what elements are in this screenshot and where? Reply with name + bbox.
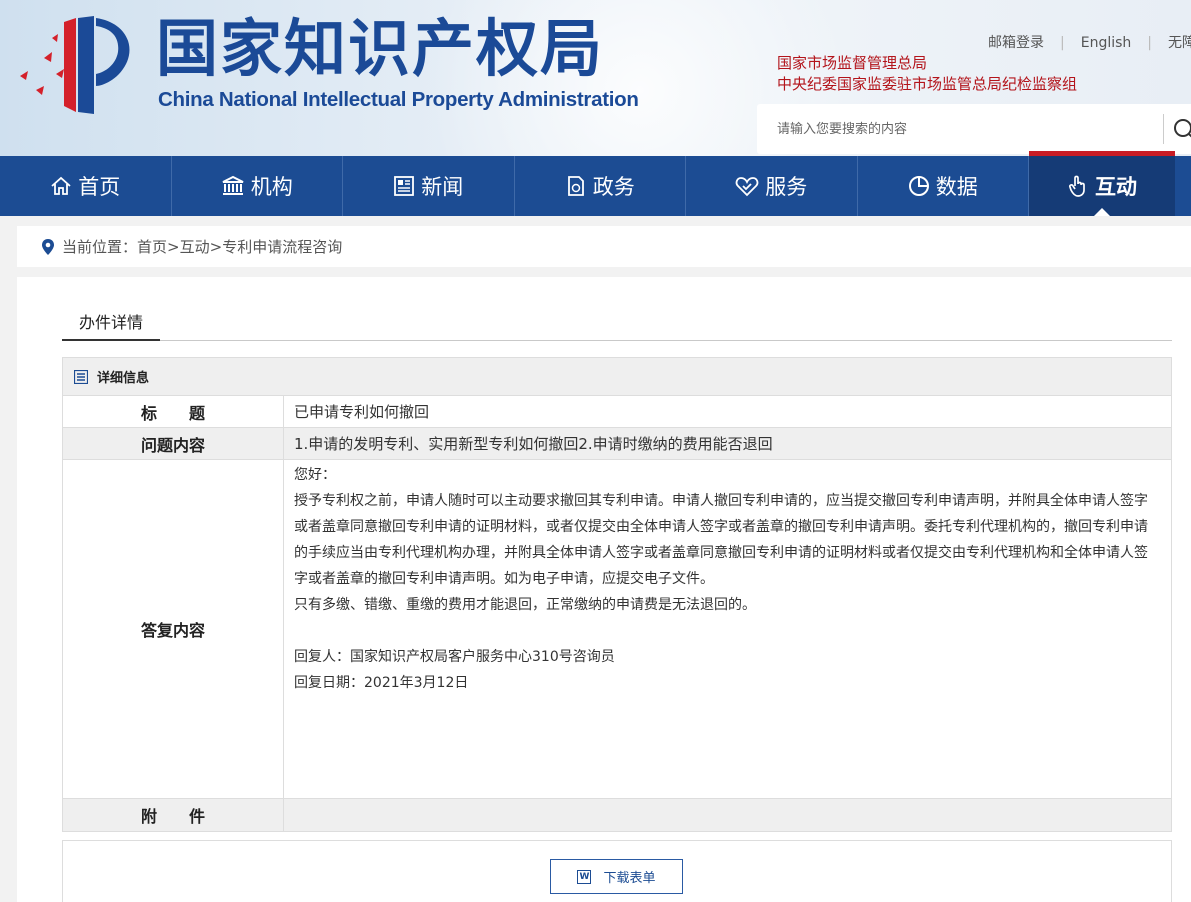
nav-label: 互动 [1095, 175, 1137, 199]
government-icon [567, 176, 584, 196]
service-icon [735, 177, 759, 197]
breadcrumb-separator: > [167, 237, 180, 256]
location-pin-icon [42, 238, 54, 255]
nav-label: 新闻 [421, 175, 464, 199]
answer-line: 授予专利权之前，申请人随时可以主动要求撤回其专利申请。申请人撤回专利申请的，应当… [294, 493, 1148, 587]
word-document-icon: W [577, 869, 592, 884]
question-value: 1.申请的发明专利、实用新型专利如何撤回2.申请时缴纳的费用能否退回 [294, 435, 773, 453]
site-title-en[interactable]: China National Intellectual Property Adm… [158, 88, 639, 112]
breadcrumb-home-link[interactable]: 首页 [137, 236, 167, 257]
nav-item-government[interactable]: 政务 [515, 156, 686, 216]
question-label: 问题内容 [63, 428, 284, 459]
tab-bar: 办件详情 [62, 308, 1172, 341]
detail-panel: 办件详情 详细信息 标 题 已申请专利如何撤回 问题内容 1.申请的发明专利、实… [17, 277, 1191, 902]
site-title-cn[interactable]: 国家知识产权局 [156, 10, 604, 88]
answer-content: 您好： 授予专利权之前，申请人随时可以主动要求撤回其专利申请。申请人撤回专利申请… [284, 460, 1171, 798]
nav-label: 服务 [765, 175, 808, 199]
accessibility-link[interactable]: 无障 [1168, 32, 1191, 52]
download-form-button[interactable]: W 下载表单 [550, 859, 683, 894]
nav-item-interaction[interactable]: 互动 [1029, 151, 1175, 216]
detail-header: 详细信息 [63, 358, 1171, 396]
gov-links: 国家市场监督管理总局 中央纪委国家监委驻市场监管总局纪检监察组 [777, 53, 1077, 95]
nav-item-news[interactable]: 新闻 [343, 156, 515, 216]
nav-label: 数据 [935, 175, 978, 199]
search-box [757, 104, 1191, 154]
nav-label: 政务 [592, 175, 635, 199]
breadcrumb-current-link[interactable]: 专利申请流程咨询 [222, 236, 342, 257]
samr-link[interactable]: 国家市场监督管理总局 [777, 53, 1077, 74]
breadcrumb-separator: > [209, 237, 223, 256]
reply-date-line: 回复日期：2021年3月12日 [294, 675, 469, 691]
download-area: W 下载表单 [62, 840, 1172, 902]
detail-table: 详细信息 标 题 已申请专利如何撤回 问题内容 1.申请的发明专利、实用新型专利… [62, 357, 1172, 832]
search-input[interactable] [757, 104, 1163, 154]
nav-item-home[interactable]: 首页 [0, 156, 172, 216]
breadcrumb-interaction-link[interactable]: 互动 [180, 236, 210, 257]
top-links: 邮箱登录 | English | 无障 [988, 32, 1191, 52]
news-icon [394, 176, 415, 196]
home-icon [51, 176, 71, 195]
institution-icon [222, 175, 244, 195]
nav-label: 机构 [250, 175, 293, 199]
tab-case-details[interactable]: 办件详情 [62, 308, 160, 341]
nav-item-data[interactable]: 数据 [858, 156, 1029, 216]
interaction-icon [1068, 175, 1085, 197]
nav-item-service[interactable]: 服务 [686, 156, 858, 216]
attachment-row: 附 件 [63, 799, 1171, 831]
answer-line: 只有多缴、错缴、重缴的费用才能退回，正常缴纳的申请费是无法退回的。 [294, 597, 756, 613]
answer-line: 您好： [294, 467, 336, 483]
breadcrumb-prefix: 当前位置： [62, 238, 138, 256]
download-form-label: 下载表单 [603, 871, 656, 886]
breadcrumb: 当前位置： 首页 > 互动 > 专利申请流程咨询 [17, 226, 1191, 267]
mail-login-link[interactable]: 邮箱登录 [988, 32, 1044, 52]
title-value: 已申请专利如何撤回 [294, 403, 430, 421]
attachment-label: 附 件 [63, 799, 284, 831]
nav-item-institution[interactable]: 机构 [172, 156, 343, 216]
title-label: 标 题 [63, 396, 284, 427]
data-icon [908, 176, 929, 196]
attachment-value [284, 799, 1171, 831]
answer-label: 答复内容 [63, 460, 284, 798]
answer-line [294, 618, 1161, 644]
english-link[interactable]: English [1081, 35, 1132, 51]
question-row: 问题内容 1.申请的发明专利、实用新型专利如何撤回2.申请时缴纳的费用能否退回 [63, 428, 1171, 460]
cnipa-logo-icon[interactable] [14, 14, 138, 118]
search-icon[interactable] [1171, 116, 1191, 142]
title-row: 标 题 已申请专利如何撤回 [63, 396, 1171, 428]
main-nav: 首页 机构 新闻 政务 服务 数据 互动 [0, 151, 1191, 216]
list-icon [74, 369, 88, 384]
answer-row: 答复内容 您好： 授予专利权之前，申请人随时可以主动要求撤回其专利申请。申请人撤… [63, 460, 1171, 799]
nav-label: 首页 [78, 175, 121, 199]
replier-line: 回复人：国家知识产权局客户服务中心310号咨询员 [294, 649, 615, 665]
detail-header-title: 详细信息 [97, 371, 150, 386]
discipline-inspection-link[interactable]: 中央纪委国家监委驻市场监管总局纪检监察组 [777, 74, 1077, 95]
site-header: 国家知识产权局 China National Intellectual Prop… [0, 0, 1191, 156]
